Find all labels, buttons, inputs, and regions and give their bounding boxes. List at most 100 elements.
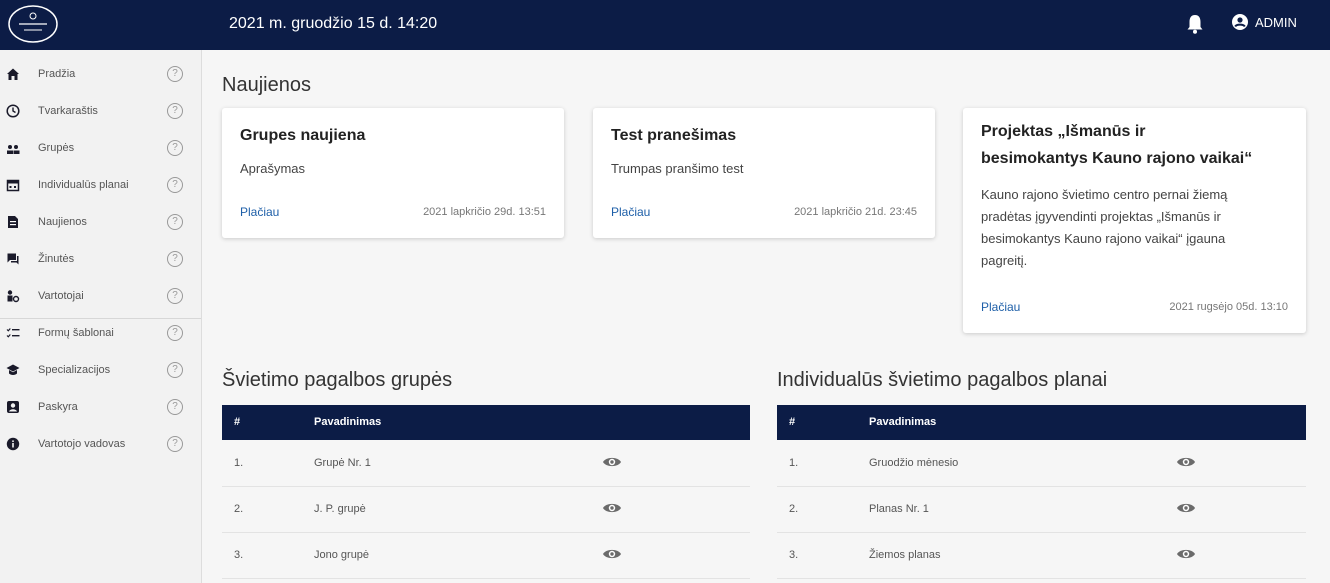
sidebar-item-specializacijos[interactable]: Specializacijos ? (0, 352, 201, 388)
sidebar-item-naujienos[interactable]: Naujienos ? (0, 204, 201, 240)
user-name: ADMIN (1255, 14, 1297, 30)
sidebar-item-vartotojo-vadovas[interactable]: Vartotojo vadovas ? (0, 426, 201, 462)
eye-icon[interactable] (1176, 546, 1196, 562)
bell-icon[interactable] (1186, 14, 1204, 34)
help-icon[interactable]: ? (167, 103, 183, 119)
news-card: Grupes naujiena Aprašymas Plačiau 2021 l… (222, 108, 564, 238)
column-header-name: Pavadinimas (869, 416, 937, 428)
help-icon[interactable]: ? (167, 140, 183, 156)
help-icon[interactable]: ? (167, 251, 183, 267)
news-card-text-line: besimokantys Kauno rajono vaikai“ įgauna (981, 231, 1226, 246)
news-card-text-line: Kauno rajono švietimo centro pernai žiem… (981, 187, 1228, 202)
account-circle-icon (1232, 14, 1248, 30)
table-row: 3. Žiemos planas (777, 532, 1306, 579)
info-icon (5, 436, 21, 452)
read-more-link[interactable]: Plačiau (981, 300, 1020, 314)
news-card-date: 2021 lapkričio 21d. 23:45 (794, 206, 917, 218)
user-menu[interactable]: ADMIN (1232, 14, 1297, 30)
users-icon (5, 288, 21, 304)
help-icon[interactable]: ? (167, 436, 183, 452)
plans-section-title: Individualūs švietimo pagalbos planai (777, 369, 1108, 391)
row-name: Jono grupė (314, 549, 370, 561)
news-card: Projektas „Išmanūs ir besimokantys Kauno… (963, 108, 1306, 333)
sidebar-item-grupes[interactable]: Grupės ? (0, 130, 201, 166)
table-row: 1. Gruodžio mėnesio (777, 440, 1306, 487)
row-name: Gruodžio mėnesio (869, 457, 959, 469)
sidebar-item-individualus-planai[interactable]: Individualūs planai ? (0, 167, 201, 203)
eye-icon[interactable] (1176, 500, 1196, 516)
sidebar-item-label: Individualūs planai (38, 179, 129, 191)
news-icon (5, 214, 21, 230)
sidebar-item-label: Grupės (38, 142, 75, 154)
row-number: 2. (234, 503, 244, 515)
help-icon[interactable]: ? (167, 288, 183, 304)
row-name: Grupė Nr. 1 (314, 457, 371, 469)
table-row: 2. J. P. grupė (222, 486, 750, 533)
logo-icon[interactable] (7, 4, 59, 44)
sidebar-item-pradzia[interactable]: Pradžia ? (0, 56, 201, 92)
row-name: J. P. grupė (314, 503, 366, 515)
sidebar-item-paskyra[interactable]: Paskyra ? (0, 389, 201, 425)
sidebar-item-label: Vartotojo vadovas (38, 438, 126, 450)
sidebar-item-zinutes[interactable]: Žinutės ? (0, 241, 201, 277)
groups-section-title: Švietimo pagalbos grupės (222, 369, 453, 391)
messages-icon (5, 251, 21, 267)
table-header: # Pavadinimas (777, 405, 1306, 440)
column-header-number: # (789, 416, 796, 428)
news-card-text: Aprašymas (240, 161, 306, 176)
news-card-title: Test pranešimas (611, 127, 737, 144)
help-icon[interactable]: ? (167, 362, 183, 378)
clock-icon (5, 103, 21, 119)
news-card-title-line: besimokantys Kauno rajono vaikai“ (981, 150, 1253, 167)
column-header-name: Pavadinimas (314, 416, 382, 428)
column-header-number: # (234, 416, 241, 428)
eye-icon[interactable] (602, 500, 622, 516)
sidebar-item-tvarkarastis[interactable]: Tvarkaraštis ? (0, 93, 201, 129)
sidebar-item-label: Specializacijos (38, 364, 111, 376)
row-number: 3. (789, 549, 799, 561)
table-row: 1. Grupė Nr. 1 (222, 440, 750, 487)
help-icon[interactable]: ? (167, 325, 183, 341)
eye-icon[interactable] (602, 454, 622, 470)
school-icon (5, 362, 21, 378)
row-number: 1. (789, 457, 799, 469)
news-card-text: Trumpas pranšimo test (611, 161, 744, 176)
row-number: 1. (234, 457, 244, 469)
row-number: 3. (234, 549, 244, 561)
sidebar-item-label: Žinutės (38, 253, 75, 265)
sidebar-item-label: Formų šablonai (38, 327, 114, 339)
news-card: Test pranešimas Trumpas pranšimo test Pl… (593, 108, 935, 238)
account-icon (5, 399, 21, 415)
sidebar-item-label: Naujienos (38, 216, 87, 228)
table-row: 3. Jono grupė (222, 532, 750, 579)
sidebar: Pradžia ? Tvarkaraštis ? Grupės ? Indivi… (0, 50, 202, 583)
row-name: Planas Nr. 1 (869, 503, 929, 515)
help-icon[interactable]: ? (167, 214, 183, 230)
top-bar: 2021 m. gruodžio 15 d. 14:20 ADMIN (0, 0, 1330, 50)
sidebar-item-formu-sablonai[interactable]: Formų šablonai ? (0, 315, 201, 351)
news-section-title: Naujienos (222, 74, 311, 96)
checklist-icon (5, 325, 21, 341)
calendar-icon (5, 177, 21, 193)
news-card-date: 2021 rugsėjo 05d. 13:10 (1169, 301, 1288, 313)
news-card-text-line: pagreitį. (981, 253, 1028, 268)
home-icon (5, 66, 21, 82)
sidebar-item-label: Tvarkaraštis (38, 105, 98, 117)
help-icon[interactable]: ? (167, 177, 183, 193)
main-content: Naujienos Grupes naujiena Aprašymas Plač… (202, 50, 1330, 583)
eye-icon[interactable] (602, 546, 622, 562)
eye-icon[interactable] (1176, 454, 1196, 470)
read-more-link[interactable]: Plačiau (611, 205, 650, 219)
table-header: # Pavadinimas (222, 405, 750, 440)
group-icon (5, 140, 21, 156)
read-more-link[interactable]: Plačiau (240, 205, 279, 219)
sidebar-item-label: Pradžia (38, 68, 76, 80)
row-number: 2. (789, 503, 799, 515)
news-card-title-line: Projektas „Išmanūs ir (981, 123, 1146, 140)
sidebar-item-vartotojai[interactable]: Vartotojai ? (0, 278, 201, 314)
help-icon[interactable]: ? (167, 399, 183, 415)
date-time: 2021 m. gruodžio 15 d. 14:20 (229, 15, 438, 32)
help-icon[interactable]: ? (167, 66, 183, 82)
sidebar-item-label: Vartotojai (38, 290, 84, 302)
news-card-title: Grupes naujiena (240, 127, 366, 144)
